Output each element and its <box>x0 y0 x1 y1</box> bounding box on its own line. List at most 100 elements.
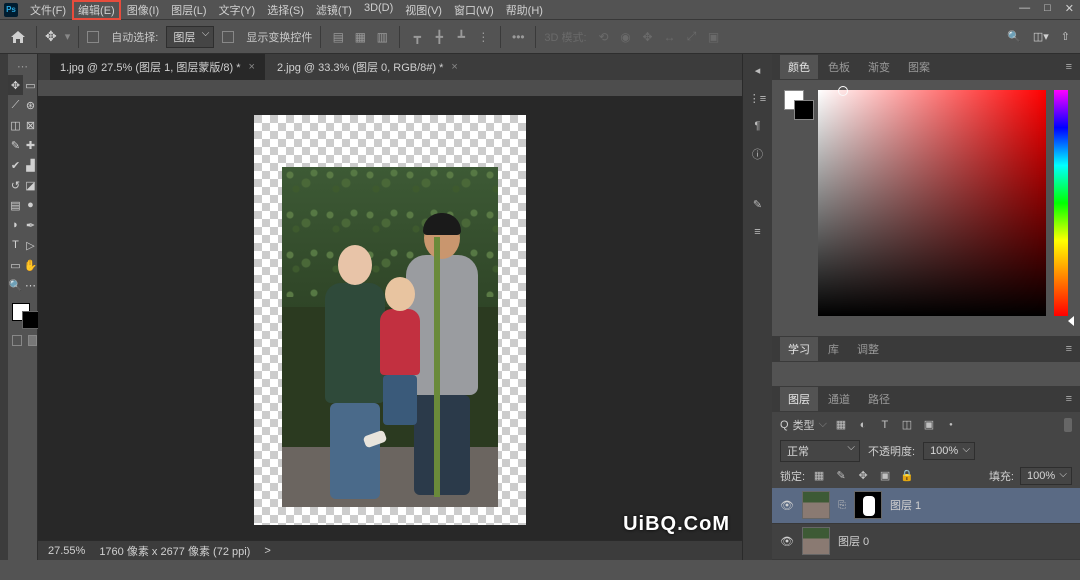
align-bottom-icon[interactable]: ┻ <box>452 28 470 46</box>
paint-icon[interactable]: ✎ <box>746 194 770 214</box>
align-center-h-icon[interactable]: ▦ <box>351 28 369 46</box>
quickmask-mode-icon[interactable] <box>28 335 38 346</box>
opacity-input[interactable]: 100% <box>923 442 975 460</box>
lasso-tool[interactable]: ⟋ <box>8 95 23 115</box>
menu-图层[interactable]: 图层(L) <box>165 0 212 20</box>
lock-all-icon[interactable]: 🔒 <box>899 468 915 484</box>
marquee-tool[interactable]: ▭ <box>23 75 38 95</box>
panel-menu-icon[interactable]: ≡ <box>1058 61 1080 73</box>
panel-menu-icon[interactable]: ≡ <box>1058 343 1080 355</box>
lock-artboard-icon[interactable]: ▣ <box>877 468 893 484</box>
hue-slider[interactable] <box>1054 90 1068 316</box>
panel-tab-调整[interactable]: 调整 <box>849 337 887 361</box>
layer-filter-search[interactable]: Q 类型 ⌵ <box>780 417 827 433</box>
filter-smart-icon[interactable]: ▣ <box>921 417 937 433</box>
stamp-tool[interactable]: ▟ <box>23 155 38 175</box>
history-brush-tool[interactable]: ↺ <box>8 175 23 195</box>
distribute-icon[interactable]: ⋮ <box>474 28 492 46</box>
align-middle-icon[interactable]: ╋ <box>430 28 448 46</box>
visibility-icon[interactable]: 👁 <box>780 499 794 512</box>
dodge-tool[interactable]: ◗ <box>8 215 23 235</box>
shape-tool[interactable]: ▭ <box>8 255 23 275</box>
auto-select-dropdown[interactable]: 图层 <box>166 26 214 48</box>
menu-视图[interactable]: 视图(V) <box>399 0 448 20</box>
mask-thumbnail[interactable] <box>854 491 882 519</box>
dock-collapse-icon[interactable]: ◂ <box>746 60 770 80</box>
filter-pixel-icon[interactable]: ▦ <box>833 417 849 433</box>
menu-3d[interactable]: 3D(D) <box>358 0 399 20</box>
panel-tab-图案[interactable]: 图案 <box>900 55 938 79</box>
visibility-icon[interactable]: 👁 <box>780 535 794 548</box>
lock-transparency-icon[interactable]: ▦ <box>811 468 827 484</box>
eraser-tool[interactable]: ◪ <box>23 175 38 195</box>
search-icon[interactable]: 🔍 <box>1007 30 1021 43</box>
eyedropper-tool[interactable]: ✎ <box>8 135 23 155</box>
panel-tab-路径[interactable]: 路径 <box>860 387 898 411</box>
filter-adjust-icon[interactable]: ◐ <box>855 417 871 433</box>
quick-select-tool[interactable]: ⊛ <box>23 95 38 115</box>
panel-tab-通道[interactable]: 通道 <box>820 387 858 411</box>
tab-close-icon[interactable]: × <box>249 61 255 73</box>
maximize-button[interactable]: □ <box>1044 2 1051 15</box>
hand-tool[interactable]: ✋ <box>23 255 38 275</box>
menu-文字[interactable]: 文字(Y) <box>213 0 262 20</box>
character-icon[interactable]: ¶ <box>746 116 770 136</box>
layer-row[interactable]: 👁 图层 0 <box>772 524 1080 560</box>
panel-menu-icon[interactable]: ≡ <box>1058 393 1080 405</box>
menu-滤镜[interactable]: 滤镜(T) <box>310 0 358 20</box>
panel-tab-库[interactable]: 库 <box>820 337 847 361</box>
type-tool[interactable]: T <box>8 235 23 255</box>
auto-select-checkbox[interactable] <box>87 31 99 43</box>
crop-tool[interactable]: ◫ <box>8 115 23 135</box>
menu-帮助[interactable]: 帮助(H) <box>500 0 549 20</box>
align-top-icon[interactable]: ┳ <box>408 28 426 46</box>
align-left-icon[interactable]: ▤ <box>329 28 347 46</box>
minimize-button[interactable]: — <box>1019 2 1030 15</box>
swatches-icon[interactable]: ≡ <box>746 222 770 242</box>
layer-name[interactable]: 图层 0 <box>838 533 869 549</box>
color-swatch-pair[interactable] <box>784 90 810 327</box>
panel-tab-颜色[interactable]: 颜色 <box>780 55 818 79</box>
panel-tab-学习[interactable]: 学习 <box>780 337 818 361</box>
hue-cursor[interactable] <box>1068 316 1074 326</box>
layer-name[interactable]: 图层 1 <box>890 497 921 513</box>
link-icon[interactable]: ⎘ <box>838 500 846 511</box>
document-tab[interactable]: 1.jpg @ 27.5% (图层 1, 图层蒙版/8) *× <box>50 54 265 80</box>
healing-tool[interactable]: ✚ <box>23 135 38 155</box>
menu-编辑[interactable]: 编辑(E) <box>72 0 121 20</box>
layer-thumbnail[interactable] <box>802 491 830 519</box>
align-right-icon[interactable]: ▥ <box>373 28 391 46</box>
filter-shape-icon[interactable]: ◫ <box>899 417 915 433</box>
zoom-tool[interactable]: 🔍 <box>8 275 23 295</box>
menu-文件[interactable]: 文件(F) <box>24 0 72 20</box>
panel-tab-色板[interactable]: 色板 <box>820 55 858 79</box>
canvas[interactable] <box>38 80 742 540</box>
menu-选择[interactable]: 选择(S) <box>261 0 310 20</box>
standard-mode-icon[interactable] <box>12 335 22 346</box>
brush-tool[interactable]: ✔ <box>8 155 23 175</box>
show-transform-checkbox[interactable] <box>222 31 234 43</box>
share-icon[interactable]: ⇧ <box>1061 30 1070 43</box>
lock-position-icon[interactable]: ✥ <box>855 468 871 484</box>
info-icon[interactable]: ⓘ <box>746 144 770 164</box>
gradient-tool[interactable]: ▤ <box>8 195 23 215</box>
more-align-icon[interactable]: ••• <box>509 28 527 46</box>
edit-toolbar[interactable]: ⋯ <box>23 275 38 295</box>
move-tool[interactable]: ✥ <box>8 75 23 95</box>
menu-窗口[interactable]: 窗口(W) <box>448 0 500 20</box>
frame-tool[interactable]: ⊠ <box>23 115 38 135</box>
lock-pixels-icon[interactable]: ✎ <box>833 468 849 484</box>
layer-row[interactable]: 👁 ⎘ 图层 1 <box>772 488 1080 524</box>
pen-tool[interactable]: ✒ <box>23 215 38 235</box>
statusbar-caret[interactable]: > <box>264 545 270 557</box>
workspace-icon[interactable]: ◫▾ <box>1033 30 1049 43</box>
panel-background-swatch[interactable] <box>794 100 814 120</box>
close-button[interactable]: ✕ <box>1065 2 1074 15</box>
filter-dot-icon[interactable]: ● <box>943 417 959 433</box>
panel-tab-渐变[interactable]: 渐变 <box>860 55 898 79</box>
zoom-readout[interactable]: 27.55% <box>48 545 85 557</box>
blend-mode-dropdown[interactable]: 正常 <box>780 440 860 462</box>
menu-图像[interactable]: 图像(I) <box>121 0 165 20</box>
layer-thumbnail[interactable] <box>802 527 830 555</box>
color-field[interactable] <box>818 90 1046 316</box>
